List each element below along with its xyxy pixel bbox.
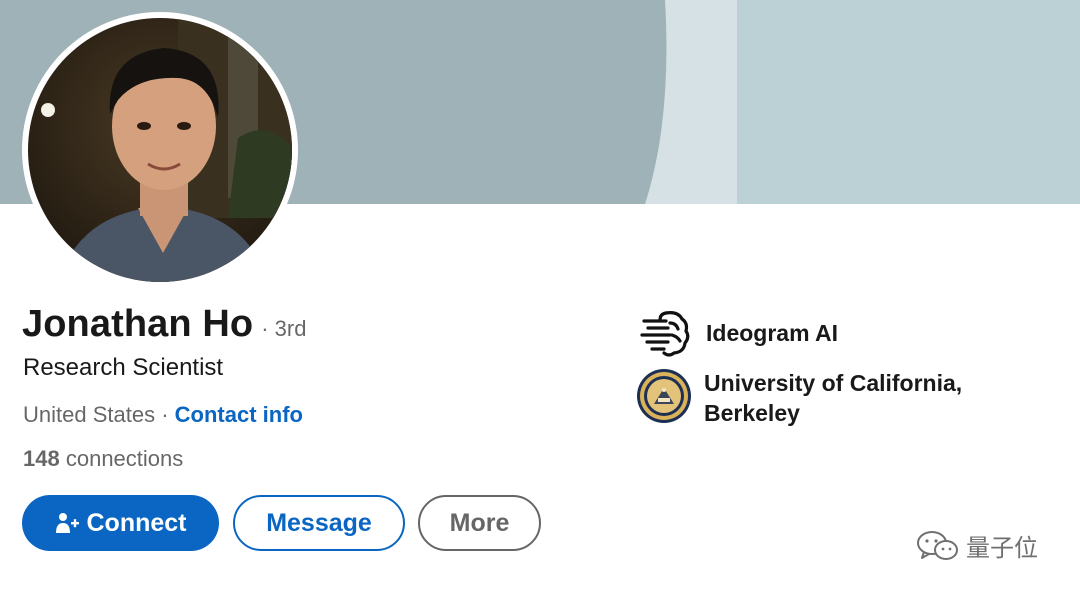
add-person-icon (55, 513, 79, 533)
company-name: Ideogram AI (706, 320, 839, 346)
location: United States · (23, 402, 169, 427)
connection-degree: · 3rd (261, 316, 307, 341)
school-name-line-1: University of California, (704, 370, 963, 396)
uc-berkeley-seal-icon (637, 369, 691, 423)
message-label: Message (266, 508, 372, 537)
watermark: 量子位 (916, 528, 1038, 563)
school-name-line-2: Berkeley (704, 400, 800, 426)
brain-circuit-logo-icon (640, 311, 690, 357)
education-berkeley[interactable]: University of California, Berkeley (636, 368, 962, 428)
message-button[interactable]: Message (233, 495, 405, 551)
connections-number: 148 (23, 446, 60, 471)
name-row: Jonathan Ho · 3rd (22, 303, 306, 346)
connections-count[interactable]: 148 connections (23, 446, 183, 472)
more-button[interactable]: More (418, 495, 541, 551)
profile-name: Jonathan Ho (22, 303, 254, 345)
more-label: More (449, 508, 510, 537)
watermark-text: 量子位 (966, 534, 1038, 562)
wechat-icon (917, 530, 958, 560)
current-company-ideogram[interactable]: Ideogram AI (638, 305, 838, 361)
connect-label: Connect (86, 508, 187, 537)
connections-label: connections (65, 446, 184, 471)
profile-photo[interactable] (22, 12, 298, 288)
avatar (28, 18, 292, 282)
school-name: University of California, Berkeley (704, 368, 962, 428)
location-row: United States · Contact info (23, 402, 303, 428)
contact-info-link[interactable]: Contact info (175, 402, 303, 427)
connect-button[interactable]: Connect (22, 495, 219, 551)
profile-headline: Research Scientist (23, 354, 224, 381)
